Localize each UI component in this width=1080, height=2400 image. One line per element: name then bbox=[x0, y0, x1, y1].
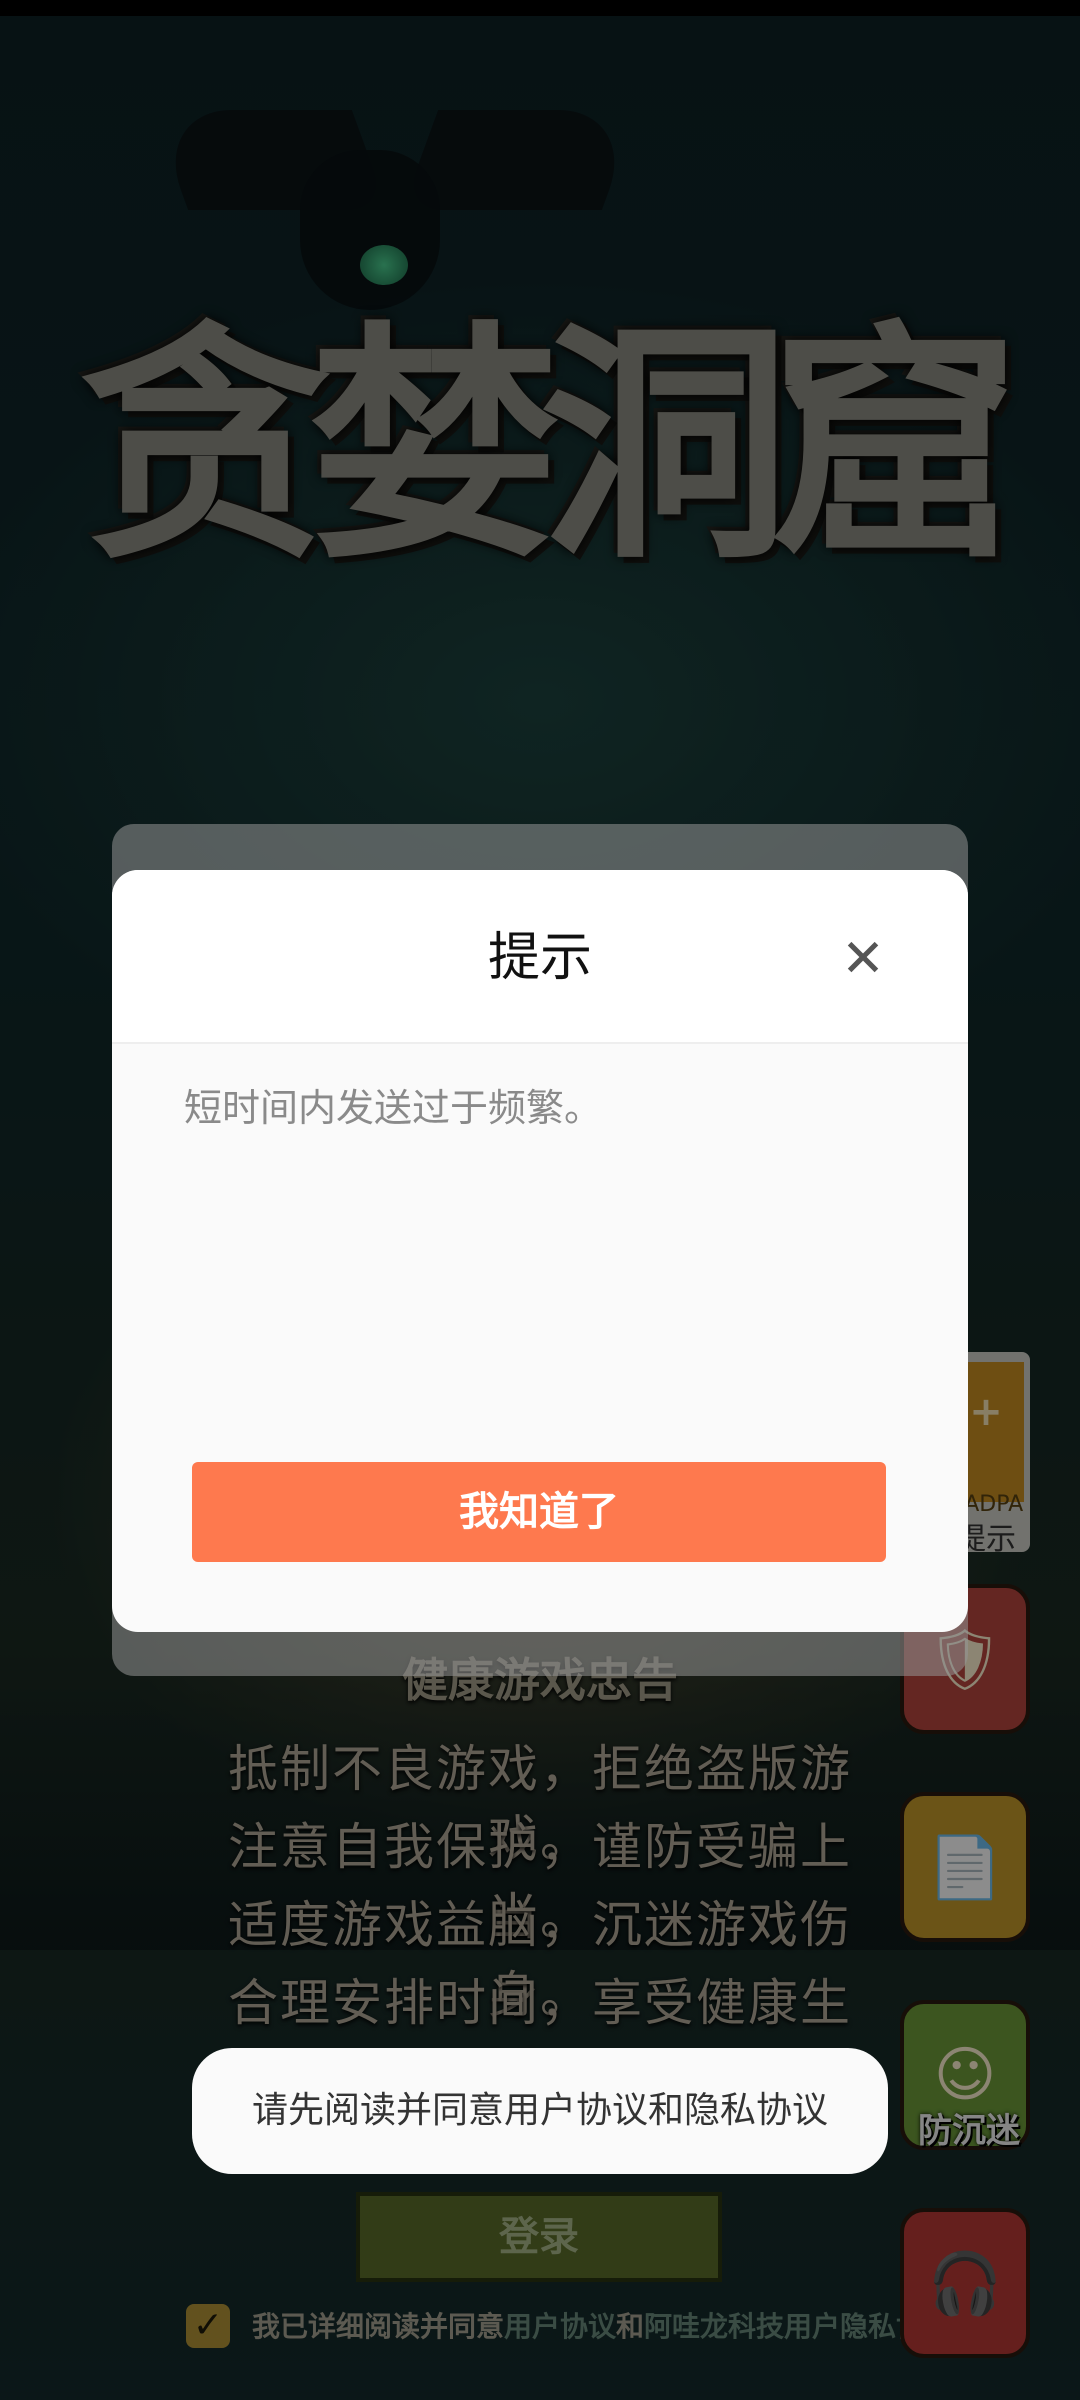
alert-dialog: 提示 ✕ 短时间内发送过于频繁。 我知道了 bbox=[112, 870, 968, 1632]
confirm-button[interactable]: 我知道了 bbox=[192, 1462, 886, 1562]
dialog-header: 提示 ✕ bbox=[112, 870, 968, 1044]
game-login-screen: 贪婪洞窟 健康游戏忠告 抵制不良游戏，拒绝盗版游戏。 注意自我保护，谨防受骗上当… bbox=[0, 0, 1080, 2400]
toast-message: 请先阅读并同意用户协议和隐私协议 bbox=[192, 2048, 888, 2174]
dialog-message: 短时间内发送过于频繁。 bbox=[184, 1086, 603, 1130]
close-icon[interactable]: ✕ bbox=[836, 932, 890, 986]
